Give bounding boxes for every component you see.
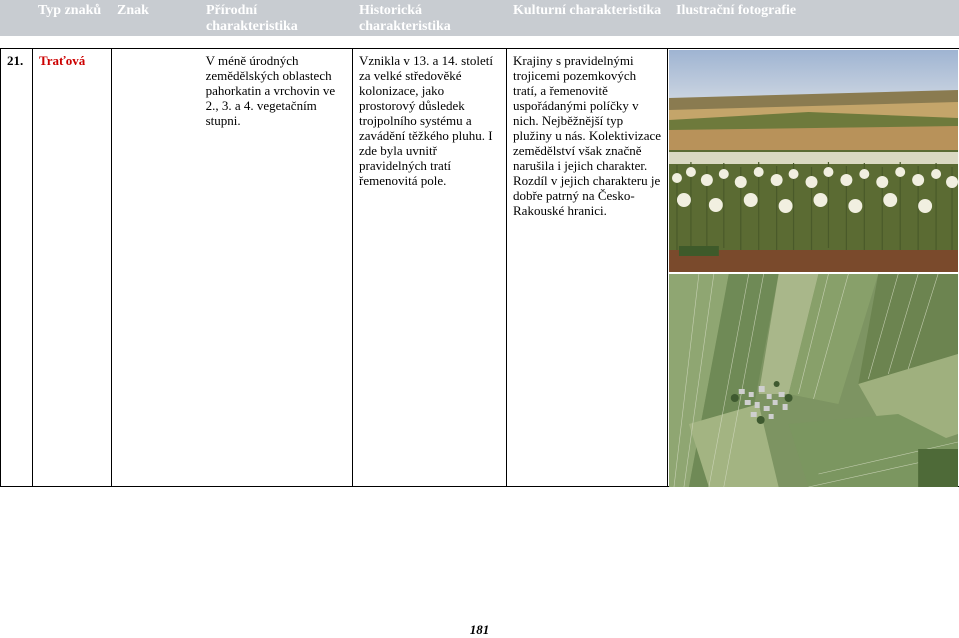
aerial-image <box>669 274 958 487</box>
table-header: Typ znaků Znak Přírodní charakteristika … <box>0 0 959 36</box>
header-typ-znaku: Typ znaků <box>38 3 101 19</box>
header-prirodni: Přírodní charakteristika <box>206 3 298 35</box>
kulturni-cell: Krajiny s pravidelnými trojicemi pozemko… <box>507 49 668 487</box>
kulturni-text: Krajiny s pravidelnými trojicemi pozemko… <box>507 49 667 222</box>
header-historicka: Historická charakteristika <box>359 3 451 35</box>
header-znak: Znak <box>117 3 149 19</box>
znak-label: Traťová <box>33 49 111 72</box>
header-foto: Ilustrační fotografie <box>676 3 796 19</box>
field-image <box>669 50 958 272</box>
historicka-text: Vznikla v 13. a 14. století za velké stř… <box>353 49 506 192</box>
header-historicka-line1: Historická <box>359 3 422 18</box>
prirodni-text: V méně úrodných zemědělských oblastech p… <box>200 49 352 132</box>
row-number-cell: 21. <box>1 49 33 487</box>
header-prirodni-line2: charakteristika <box>206 19 298 34</box>
spacer <box>112 49 200 132</box>
row-number: 21. <box>1 49 32 72</box>
header-historicka-line2: charakteristika <box>359 19 451 34</box>
aerial-photo <box>669 274 958 487</box>
historicka-cell: Vznikla v 13. a 14. století za velké stř… <box>353 49 507 487</box>
photo-cell <box>668 49 959 487</box>
table-row: 21. Traťová V méně úrodných zemědělských… <box>1 49 959 487</box>
photos-container <box>668 49 959 486</box>
content-table: 21. Traťová V méně úrodných zemědělských… <box>0 48 959 487</box>
prirodni-cell: V méně úrodných zemědělských oblastech p… <box>112 49 353 487</box>
field-photo <box>669 50 958 272</box>
header-prirodni-line1: Přírodní <box>206 3 257 18</box>
header-kulturni: Kulturní charakteristika <box>513 3 661 19</box>
typ-cell: Traťová <box>33 49 112 487</box>
